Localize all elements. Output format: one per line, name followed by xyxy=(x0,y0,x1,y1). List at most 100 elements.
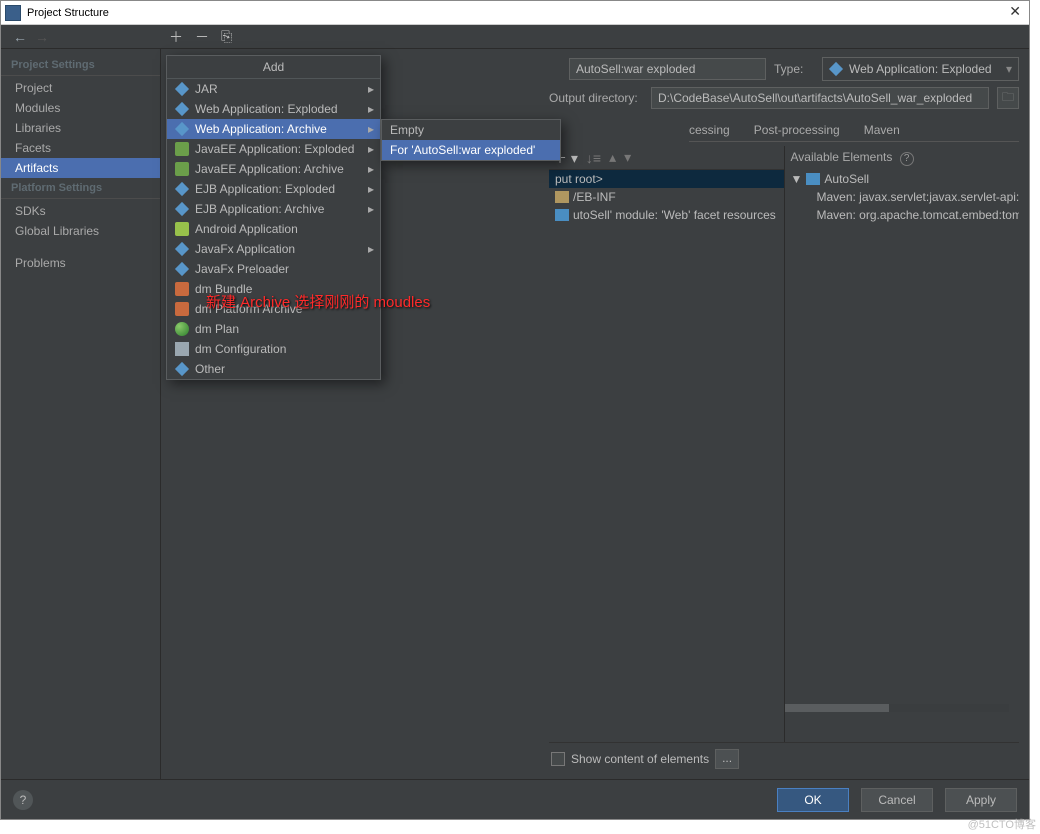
type-value: Web Application: Exploded xyxy=(849,62,992,76)
submenu-arrow-icon: ▸ xyxy=(368,102,374,116)
button-bar: ? OK Cancel Apply xyxy=(1,779,1029,819)
up-icon[interactable]: ▴ xyxy=(609,149,616,166)
artifact-detail: Name: Type: Web Application: Exploded ▾ … xyxy=(541,49,1029,779)
submenu-item[interactable]: For 'AutoSell:war exploded' xyxy=(382,140,560,160)
avail-item[interactable]: Maven: org.apache.tomcat.embed:tomcat-em… xyxy=(785,206,1020,224)
cancel-button[interactable]: Cancel xyxy=(861,788,933,812)
sidebar-item-facets[interactable]: Facets xyxy=(1,138,160,158)
menu-item-label: EJB Application: Exploded xyxy=(195,182,335,196)
apply-button[interactable]: Apply xyxy=(945,788,1017,812)
box-icon xyxy=(175,142,189,156)
ball-icon xyxy=(175,322,189,336)
watermark: @51CTO博客 xyxy=(968,816,1036,832)
type-label: Type: xyxy=(774,62,814,76)
add-menu-item[interactable]: Other xyxy=(167,359,380,379)
android-icon xyxy=(175,222,189,236)
menu-item-label: Other xyxy=(195,362,225,376)
menu-item-label: dm Platform Archive xyxy=(195,302,302,316)
down-icon[interactable]: ▾ xyxy=(624,149,631,166)
submenu-arrow-icon: ▸ xyxy=(368,122,374,136)
tab-preprocessing[interactable]: cessing xyxy=(689,119,742,141)
outdir-label: Output directory: xyxy=(549,91,607,105)
add-menu-item[interactable]: dm Plan xyxy=(167,319,380,339)
tree-root[interactable]: put root> xyxy=(549,170,784,188)
tree-facet[interactable]: utoSell' module: 'Web' facet resources xyxy=(549,206,784,224)
add-button[interactable]: ＋ xyxy=(169,27,183,47)
menu-item-label: JavaEE Application: Exploded xyxy=(195,142,354,156)
sidebar: Project Settings Project Modules Librari… xyxy=(1,49,161,779)
avail-root[interactable]: ▼ AutoSell xyxy=(785,170,1020,188)
submenu-arrow-icon: ▸ xyxy=(368,202,374,216)
project-structure-window: Project Structure ✕ ← → ＋ － ⎘ Project Se… xyxy=(0,0,1030,820)
tab-maven[interactable]: Maven xyxy=(852,119,912,141)
sidebar-item-global-libs[interactable]: Global Libraries xyxy=(1,221,160,241)
options-button[interactable]: ... xyxy=(715,749,739,769)
name-input[interactable] xyxy=(569,58,766,80)
add-menu-item[interactable]: JavaFx Application ▸ xyxy=(167,239,380,259)
submenu-item[interactable]: Empty xyxy=(382,120,560,140)
tab-postprocessing[interactable]: Post-processing xyxy=(742,119,852,141)
menu-item-label: Android Application xyxy=(195,222,298,236)
menu-item-label: EJB Application: Archive xyxy=(195,202,324,216)
app-icon xyxy=(5,5,21,21)
add-menu-item[interactable]: dm Bundle xyxy=(167,279,380,299)
help-button[interactable]: ? xyxy=(13,790,33,810)
menu-item-label: JavaFx Preloader xyxy=(195,262,289,276)
add-menu-item[interactable]: Web Application: Archive▸ xyxy=(167,119,380,139)
add-menu-item[interactable]: JAR▸ xyxy=(167,79,380,99)
menu-item-label: JavaEE Application: Archive xyxy=(195,162,344,176)
sidebar-item-sdks[interactable]: SDKs xyxy=(1,201,160,221)
sidebar-item-modules[interactable]: Modules xyxy=(1,98,160,118)
titlebar: Project Structure ✕ xyxy=(1,1,1029,25)
folder-icon xyxy=(555,191,569,203)
menu-item-label: dm Plan xyxy=(195,322,239,336)
show-content-checkbox[interactable] xyxy=(551,752,565,766)
submenu-arrow-icon: ▸ xyxy=(368,162,374,176)
add-menu-item[interactable]: EJB Application: Exploded ▸ xyxy=(167,179,380,199)
remove-button[interactable]: － xyxy=(195,27,209,47)
show-content-label: Show content of elements xyxy=(571,752,709,766)
submenu-arrow-icon: ▸ xyxy=(368,182,374,196)
dm-icon xyxy=(175,282,189,296)
menu-item-label: JavaFx Application xyxy=(195,242,295,256)
back-icon[interactable]: ← xyxy=(13,29,27,45)
submenu-arrow-icon: ▸ xyxy=(368,242,374,256)
add-menu-item[interactable]: Android Application xyxy=(167,219,380,239)
copy-button[interactable]: ⎘ xyxy=(221,28,232,45)
menu-item-label: dm Configuration xyxy=(195,342,286,356)
add-menu-item[interactable]: JavaEE Application: Archive ▸ xyxy=(167,159,380,179)
outdir-input[interactable] xyxy=(651,87,989,109)
sidebar-item-problems[interactable]: Problems xyxy=(1,253,160,273)
web-facet-icon xyxy=(555,209,569,221)
avail-item[interactable]: Maven: javax.servlet:javax.servlet-api:3… xyxy=(785,188,1020,206)
diamond-icon xyxy=(175,182,189,196)
output-layout-area: ＋ ▾ ↓≡ ▴ ▾ put root> /EB-INF utoSell' mo… xyxy=(549,146,1019,742)
diamond-icon xyxy=(175,362,189,376)
sidebar-item-artifacts[interactable]: Artifacts xyxy=(1,158,160,178)
add-menu-item[interactable]: dm Platform Archive xyxy=(167,299,380,319)
sidebar-heading-platform: Platform Settings xyxy=(1,178,160,199)
close-icon[interactable]: ✕ xyxy=(1009,3,1021,20)
type-dropdown[interactable]: Web Application: Exploded ▾ xyxy=(822,57,1019,81)
add-menu-item[interactable]: JavaEE Application: Exploded▸ xyxy=(167,139,380,159)
sidebar-heading-project: Project Settings xyxy=(1,55,160,76)
diamond-icon xyxy=(175,202,189,216)
sort-icon[interactable]: ↓≡ xyxy=(586,150,601,166)
add-submenu: EmptyFor 'AutoSell:war exploded' xyxy=(381,119,561,161)
help-icon[interactable]: ? xyxy=(900,152,914,166)
h-scrollbar[interactable] xyxy=(785,704,1010,712)
ok-button[interactable]: OK xyxy=(777,788,849,812)
menu-item-label: Web Application: Exploded xyxy=(195,102,338,116)
add-menu-item[interactable]: dm Configuration xyxy=(167,339,380,359)
file-icon xyxy=(175,342,189,356)
add-menu-item[interactable]: EJB Application: Archive ▸ xyxy=(167,199,380,219)
scrollbar-thumb[interactable] xyxy=(785,704,890,712)
add-popup-header: Add xyxy=(167,56,380,79)
sidebar-item-project[interactable]: Project xyxy=(1,78,160,98)
sidebar-item-libraries[interactable]: Libraries xyxy=(1,118,160,138)
browse-button[interactable]: 🗀 xyxy=(997,87,1019,109)
diamond-icon xyxy=(175,82,189,96)
tree-webinf[interactable]: /EB-INF xyxy=(549,188,784,206)
add-menu-item[interactable]: Web Application: Exploded ▸ xyxy=(167,99,380,119)
add-menu-item[interactable]: JavaFx Preloader xyxy=(167,259,380,279)
